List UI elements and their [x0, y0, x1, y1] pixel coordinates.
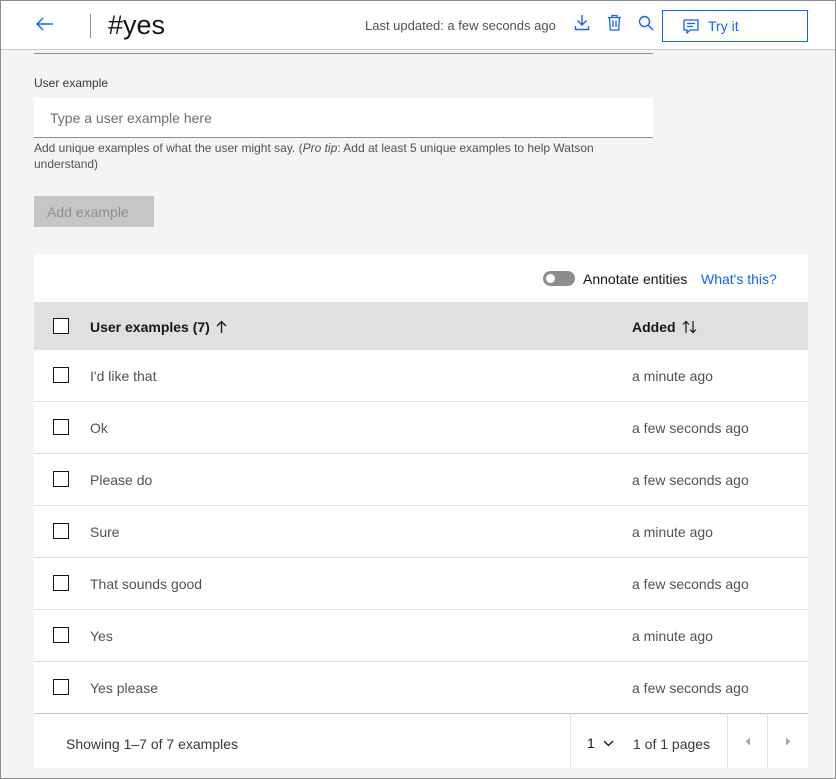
added-time: a few seconds ago — [632, 680, 749, 696]
previous-page-button[interactable] — [728, 714, 768, 769]
table-row[interactable]: Sure a minute ago — [34, 506, 808, 558]
example-text[interactable]: That sounds good — [90, 576, 202, 592]
page-title: #yes — [108, 10, 166, 40]
search-icon — [638, 15, 654, 36]
caret-right-icon — [785, 737, 791, 746]
section-divider — [34, 53, 653, 54]
example-text[interactable]: Ok — [90, 420, 108, 436]
helper-text: Add unique examples of what the user mig… — [34, 140, 644, 172]
back-button[interactable] — [29, 13, 61, 39]
last-updated-text: Last updated: a few seconds ago — [365, 18, 556, 33]
table-toolbar: Annotate entities What's this? — [34, 254, 808, 302]
added-time: a minute ago — [632, 524, 713, 540]
helper-text-prefix: Add unique examples of what the user mig… — [34, 141, 303, 155]
column-header-added[interactable]: Added — [632, 319, 697, 335]
page-header: #yes Last updated: a few seconds ago Try… — [1, 1, 835, 50]
arrow-left-icon — [36, 17, 54, 36]
row-checkbox[interactable] — [53, 523, 69, 539]
whats-this-link[interactable]: What's this? — [701, 271, 777, 287]
arrow-up-icon[interactable] — [216, 320, 227, 334]
row-checkbox[interactable] — [53, 367, 69, 383]
caret-left-icon — [745, 737, 751, 746]
table-header: User examples (7) Added — [34, 302, 808, 350]
example-text[interactable]: Sure — [90, 524, 120, 540]
added-time: a minute ago — [632, 368, 713, 384]
trash-icon — [607, 14, 622, 36]
user-example-input[interactable] — [34, 98, 653, 138]
app-frame: #yes Last updated: a few seconds ago Try… — [0, 0, 836, 779]
annotate-entities-toggle[interactable] — [543, 271, 575, 286]
helper-text-pro-tip: Pro tip — [302, 141, 338, 155]
user-example-label: User example — [34, 76, 109, 90]
row-checkbox[interactable] — [53, 575, 69, 591]
table-row[interactable]: Ok a few seconds ago — [34, 402, 808, 454]
next-page-button[interactable] — [768, 714, 808, 769]
row-checkbox[interactable] — [53, 627, 69, 643]
example-text[interactable]: Yes — [90, 628, 113, 644]
column-header-added-label: Added — [632, 319, 676, 335]
example-text[interactable]: Yes please — [90, 680, 158, 696]
add-example-button[interactable]: Add example — [34, 196, 154, 227]
column-header-examples-label: User examples (7) — [90, 319, 210, 335]
showing-count: Showing 1–7 of 7 examples — [66, 736, 238, 752]
delete-button[interactable] — [603, 14, 625, 36]
toggle-knob — [546, 274, 555, 283]
table-row[interactable]: Yes please a few seconds ago — [34, 662, 808, 714]
added-time: a few seconds ago — [632, 576, 749, 592]
table-row[interactable]: That sounds good a few seconds ago — [34, 558, 808, 610]
sort-arrows-icon[interactable] — [682, 320, 697, 334]
example-text[interactable]: I'd like that — [90, 368, 157, 384]
row-checkbox[interactable] — [53, 679, 69, 695]
pagination-bar: Showing 1–7 of 7 examples 1 1 of 1 pages — [34, 713, 808, 769]
page-number-value: 1 — [587, 735, 595, 751]
search-button[interactable] — [635, 14, 657, 36]
download-button[interactable] — [571, 14, 593, 36]
chat-icon — [683, 18, 708, 34]
annotate-entities-label: Annotate entities — [583, 271, 688, 287]
page-total: 1 of 1 pages — [633, 736, 711, 752]
pagination-divider — [570, 714, 571, 769]
examples-table-card: Annotate entities What's this? User exam… — [34, 254, 808, 769]
column-header-examples[interactable]: User examples (7) — [90, 319, 227, 335]
added-time: a few seconds ago — [632, 472, 749, 488]
header-divider — [90, 14, 91, 38]
try-it-label: Try it — [708, 18, 739, 34]
table-row[interactable]: Please do a few seconds ago — [34, 454, 808, 506]
chevron-down-icon — [595, 740, 614, 747]
example-text[interactable]: Please do — [90, 472, 152, 488]
download-icon — [574, 14, 590, 36]
added-time: a minute ago — [632, 628, 713, 644]
page-number-select[interactable]: 1 — [587, 735, 614, 751]
table-row[interactable]: I'd like that a minute ago — [34, 350, 808, 402]
row-checkbox[interactable] — [53, 419, 69, 435]
row-checkbox[interactable] — [53, 471, 69, 487]
table-row[interactable]: Yes a minute ago — [34, 610, 808, 662]
added-time: a few seconds ago — [632, 420, 749, 436]
try-it-button[interactable]: Try it — [662, 10, 808, 42]
select-all-checkbox[interactable] — [53, 318, 69, 334]
